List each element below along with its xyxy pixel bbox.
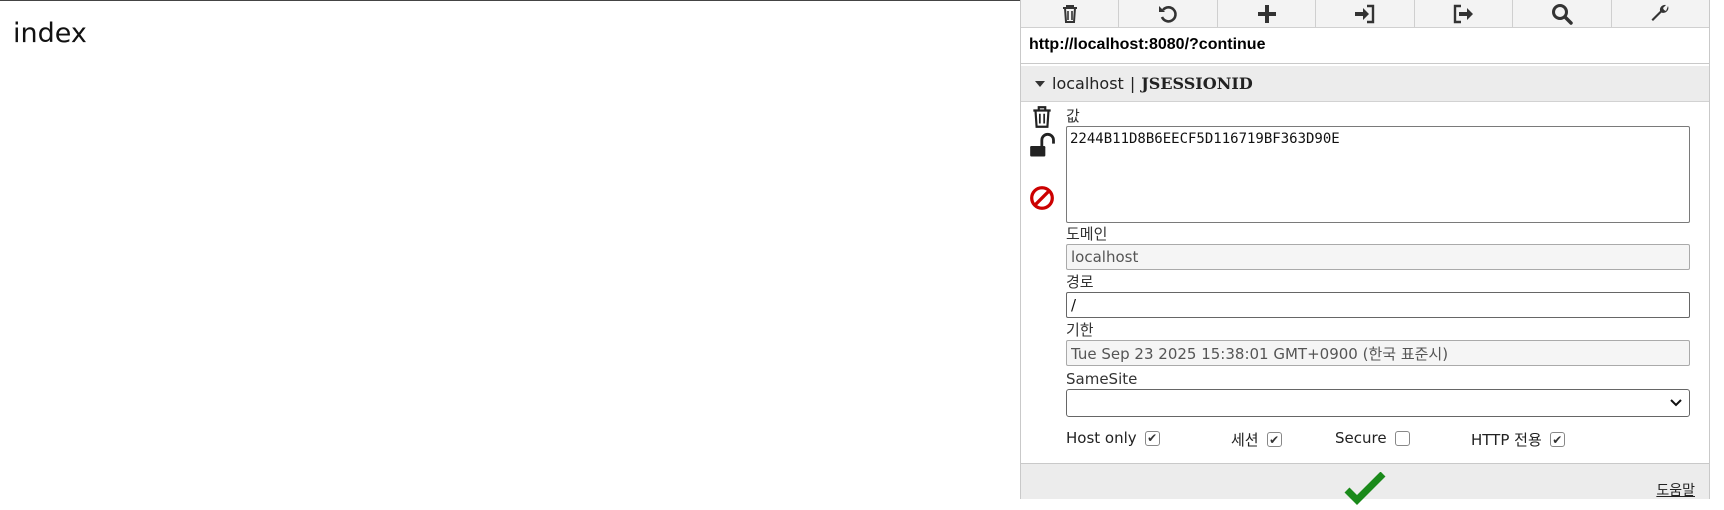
export-button[interactable] [1415,0,1514,27]
protect-cookie-button[interactable] [1029,132,1057,160]
host-only-checkbox[interactable]: ✔ [1144,430,1160,446]
value-textarea[interactable]: 2244B11D8B6EECF5D116719BF363D90E [1066,126,1690,223]
current-url: http://localhost:8080/?continue [1021,29,1709,64]
samesite-select[interactable] [1066,389,1690,417]
search-button[interactable] [1513,0,1612,27]
cookie-domain: localhost [1052,74,1124,93]
add-cookie-button[interactable] [1218,0,1317,27]
cookie-header[interactable]: localhost | JSESSIONID [1021,66,1709,102]
plus-icon [1257,4,1276,23]
page-scrollbar[interactable] [1710,0,1724,499]
unlock-icon [1030,132,1055,157]
search-icon [1551,3,1573,25]
import-button[interactable] [1316,0,1415,27]
help-link[interactable]: 도움말 [1656,480,1695,500]
block-cookie-button[interactable] [1029,185,1057,213]
toolbar [1021,0,1709,28]
save-cookie-button[interactable] [1343,471,1387,506]
secure-checkbox[interactable] [1394,430,1410,446]
session-flag: 세션 ✔ [1231,429,1282,450]
checkmark-icon [1344,471,1386,505]
panel-footer: 도움말 [1021,463,1709,505]
host-only-label: Host only [1066,429,1137,447]
export-icon [1454,4,1474,23]
path-label: 경로 [1066,273,1094,291]
host-only-flag: Host only ✔ [1066,429,1160,447]
wrench-icon [1651,4,1669,21]
cookie-editor-panel: http://localhost:8080/?continue localhos… [1020,0,1710,505]
cookie-fields: 값 2244B11D8B6EECF5D116719BF363D90E 도메인 경… [1066,106,1690,455]
refresh-icon [1159,5,1177,23]
import-icon [1354,4,1375,23]
expiry-input[interactable] [1066,340,1690,366]
flags-row: Host only ✔ 세션 ✔ Secure HTTP 전용 ✔ [1066,421,1690,455]
secure-label: Secure [1335,429,1387,447]
delete-all-button[interactable] [1021,0,1120,27]
collapse-triangle-icon[interactable] [1035,80,1045,87]
secure-flag: Secure [1335,429,1410,447]
cookie-header-separator: | [1129,74,1136,93]
trash-icon [1033,106,1051,128]
http-only-flag: HTTP 전용 ✔ [1471,429,1565,450]
delete-cookie-button[interactable] [1029,104,1057,132]
session-label: 세션 [1231,431,1259,449]
expiry-label: 기한 [1066,321,1094,339]
refresh-button[interactable] [1119,0,1218,27]
samesite-label: SameSite [1066,370,1138,388]
cookie-name: JSESSIONID [1141,74,1253,93]
path-input[interactable] [1066,292,1690,318]
session-checkbox[interactable]: ✔ [1266,432,1282,447]
http-only-label: HTTP 전용 [1471,431,1542,449]
value-label: 값 [1066,107,1080,125]
chevron-down-icon [1670,399,1682,407]
domain-input[interactable] [1066,244,1690,270]
top-divider [0,0,1020,1]
trash-icon [1062,4,1077,23]
block-icon [1030,186,1054,210]
domain-label: 도메인 [1066,225,1108,243]
options-button[interactable] [1612,0,1709,27]
page-title: index [13,18,87,49]
http-only-checkbox[interactable]: ✔ [1549,432,1565,447]
